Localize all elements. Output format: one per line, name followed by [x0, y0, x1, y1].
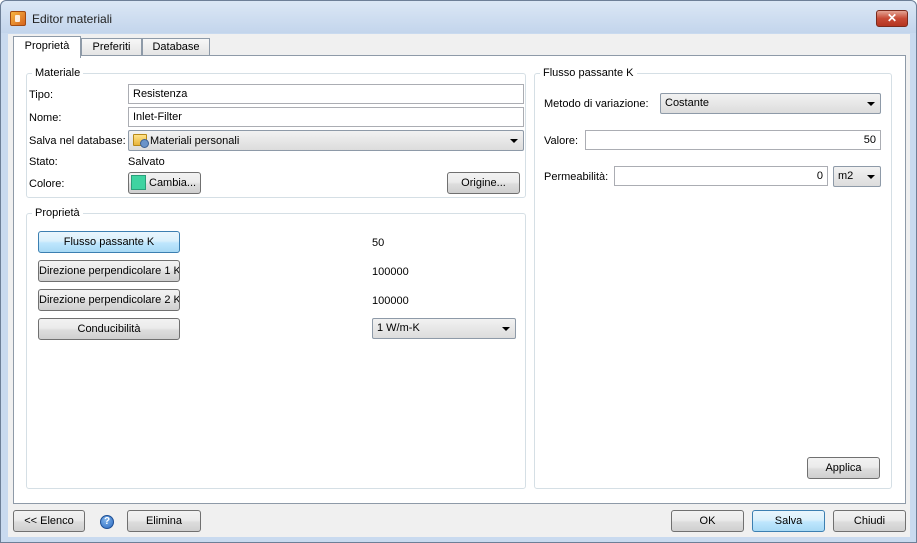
- materiale-group-title: Materiale: [32, 67, 84, 79]
- nome-label: Nome:: [29, 112, 62, 124]
- valore-field[interactable]: 50: [585, 130, 881, 150]
- flusso-passante-group: Flusso passante K Metodo di variazione: …: [534, 67, 892, 489]
- flusso-passante-value: 50: [372, 237, 385, 249]
- permeabilita-unit-value: m2: [838, 170, 854, 182]
- chevron-down-icon: [502, 327, 510, 331]
- conducibilita-value: 1 W/m-K: [377, 322, 420, 334]
- salva-button[interactable]: Salva: [752, 510, 825, 532]
- valore-label: Valore:: [544, 135, 579, 147]
- proprieta-group: Proprietà Flusso passante K 50 Direzione…: [26, 207, 526, 489]
- color-swatch: [131, 175, 146, 190]
- tab-proprieta[interactable]: Proprietà: [13, 36, 81, 58]
- salva-database-value: Materiali personali: [150, 135, 240, 147]
- colore-label: Colore:: [29, 178, 65, 190]
- salva-database-select[interactable]: Materiali personali: [128, 130, 524, 151]
- chiudi-button[interactable]: Chiudi: [833, 510, 906, 532]
- conducibilita-button[interactable]: Conducibilità: [38, 318, 180, 340]
- direzione-perpendicolare-2-value: 100000: [372, 295, 409, 307]
- elimina-button[interactable]: Elimina: [127, 510, 201, 532]
- applica-button[interactable]: Applica: [807, 457, 880, 479]
- conducibilita-select[interactable]: 1 W/m-K: [372, 318, 516, 339]
- cambia-label: Cambia...: [149, 177, 197, 189]
- title-bar[interactable]: Editor materiali ✕: [1, 1, 916, 33]
- origine-button[interactable]: Origine...: [447, 172, 520, 194]
- nome-field[interactable]: Inlet-Filter: [128, 107, 524, 127]
- elenco-button[interactable]: << Elenco: [13, 510, 85, 532]
- permeabilita-field[interactable]: 0: [614, 166, 828, 186]
- close-button[interactable]: ✕: [876, 10, 908, 27]
- ok-button[interactable]: OK: [671, 510, 744, 532]
- stato-value: Salvato: [128, 156, 165, 168]
- salva-database-label: Salva nel database:: [29, 135, 126, 147]
- database-folder-icon: [133, 134, 149, 148]
- tab-database[interactable]: Database: [142, 38, 210, 56]
- app-icon: [10, 11, 26, 26]
- dialog-body: Proprietà Preferiti Database Materiale T…: [8, 34, 910, 537]
- proprieta-group-title: Proprietà: [32, 207, 83, 219]
- direzione-perpendicolare-2-button[interactable]: Direzione perpendicolare 2 K: [38, 289, 180, 311]
- material-editor-window: Editor materiali ✕ Proprietà Preferiti D…: [0, 0, 917, 543]
- chevron-down-icon: [867, 175, 875, 179]
- flusso-passante-group-title: Flusso passante K: [540, 67, 637, 79]
- cambia-colore-button[interactable]: Cambia...: [128, 172, 201, 194]
- tipo-label: Tipo:: [29, 89, 54, 101]
- tipo-field[interactable]: Resistenza: [128, 84, 524, 104]
- metodo-variazione-label: Metodo di variazione:: [544, 98, 649, 110]
- metodo-variazione-value: Costante: [665, 97, 710, 109]
- window-title: Editor materiali: [32, 12, 113, 26]
- permeabilita-label: Permeabilità:: [544, 171, 609, 183]
- metodo-variazione-select[interactable]: Costante: [660, 93, 881, 114]
- tab-preferiti[interactable]: Preferiti: [81, 38, 142, 56]
- chevron-down-icon: [867, 102, 875, 106]
- stato-label: Stato:: [29, 156, 58, 168]
- tab-panel-proprieta: Materiale Tipo: Resistenza Nome: Inlet-F…: [13, 55, 906, 504]
- direzione-perpendicolare-1-value: 100000: [372, 266, 409, 278]
- materiale-group: Materiale Tipo: Resistenza Nome: Inlet-F…: [26, 67, 526, 198]
- help-icon[interactable]: ?: [100, 515, 114, 529]
- chevron-down-icon: [510, 139, 518, 143]
- permeabilita-unit-select[interactable]: m2: [833, 166, 881, 187]
- direzione-perpendicolare-1-button[interactable]: Direzione perpendicolare 1 K: [38, 260, 180, 282]
- flusso-passante-button[interactable]: Flusso passante K: [38, 231, 180, 253]
